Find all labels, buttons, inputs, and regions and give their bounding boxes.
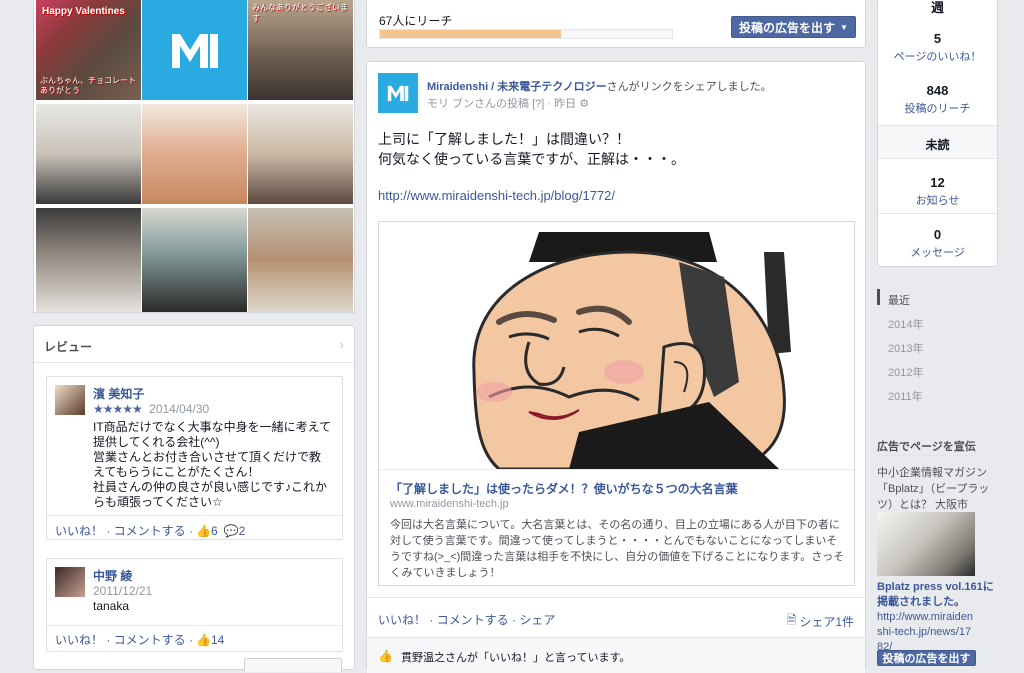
timeline-year-2013[interactable]: 2013年 — [888, 340, 923, 356]
likes-bar: 👍 貫野温之さんが「いいね！」と言っています。 — [367, 637, 865, 673]
photo-thumbnail[interactable] — [36, 104, 141, 204]
photo-thumbnail[interactable] — [248, 208, 353, 312]
review-text: IT商品だけでなく大事な中身を一緒に考えて提供してくれる会社(^^) 営業さんと… — [93, 420, 332, 509]
timeline-year-2011[interactable]: 2011年 — [888, 388, 923, 404]
page-likes-stat[interactable]: 5 ページのいいね！ — [878, 31, 997, 64]
post-time[interactable]: [?] · 昨日 — [529, 98, 579, 110]
notifications-stat[interactable]: 12 お知らせ — [878, 175, 997, 208]
link-preview-description: 今回は大名言葉について。大名言葉とは、その名の通り、目上の立場にある人が目下の者… — [390, 519, 845, 579]
thumbs-up-icon: 👍 — [196, 523, 211, 538]
thumbs-up-icon: 👍 — [196, 632, 211, 647]
photo-caption: みんなありがとうございます — [252, 3, 348, 23]
review-date: 2014/04/30 — [149, 402, 210, 416]
post-header: Miraidenshi / 未来電子テクノロジーさんがリンクをシェアしました。 — [427, 78, 772, 94]
photo-caption: ぶんちゃん、チョコレートありがとう — [40, 76, 136, 95]
timeline-year-2014[interactable]: 2014年 — [888, 316, 923, 332]
comment-count[interactable]: 2 — [239, 524, 246, 538]
post-card: Miraidenshi / 未来電子テクノロジーさんがリンクをシェアしました。 … — [366, 61, 866, 673]
gear-icon[interactable]: ⚙ — [579, 98, 589, 110]
link-preview-title[interactable]: 「了解しました」は使ったらダメ！？使いがちな５つの大名言葉 — [390, 480, 738, 497]
photo-thumbnail[interactable] — [142, 208, 247, 312]
post-body-line1: 上司に「了解しました！」は間違い？！ — [378, 131, 630, 147]
m1-logo-icon — [171, 34, 218, 68]
post-url-link[interactable]: http://www.miraidenshi-tech.jp/blog/1772… — [378, 188, 615, 203]
ad-header: 広告でページを宣伝 — [877, 441, 976, 453]
reviews-panel: レビュー › 濱 美知子 ★★★★★ 2014/04/30 IT商品だけでなく大… — [33, 325, 355, 672]
reach-card: 67人にリーチ 投稿の広告を出す ▼ — [366, 0, 866, 48]
post-action-text: さんがリンクをシェアしました。 — [606, 81, 772, 93]
review-like-comment[interactable]: いいね！ · コメントする · — [55, 631, 193, 648]
posted-by[interactable]: モリ ブンさんの投稿 — [427, 98, 529, 110]
reviewer-name[interactable]: 濱 美知子 — [93, 385, 144, 402]
logo-thumbnail[interactable] — [142, 0, 247, 100]
likes-text[interactable]: 貫野温之さんが「いいね！」と言っています。 — [401, 649, 630, 665]
photo-thumbnail[interactable]: Happy Valentines ぶんちゃん、チョコレートありがとう — [36, 0, 141, 100]
photo-thumbnail[interactable]: みんなありがとうございます — [248, 0, 353, 100]
stats-period: 週 — [930, 0, 944, 15]
photo-thumbnail[interactable] — [36, 208, 141, 312]
like-count[interactable]: 14 — [211, 633, 224, 647]
link-preview-domain: www.miraidenshi-tech.jp — [390, 498, 509, 510]
post-reach-stat[interactable]: 848 投稿のリーチ — [878, 83, 997, 116]
timeline-year-recent[interactable]: 最近 — [888, 292, 910, 308]
comment-icon: 💬 — [223, 523, 239, 538]
timeline-year-2012[interactable]: 2012年 — [888, 364, 923, 380]
review-actions: いいね！ · コメントする · 👍 14 — [55, 631, 224, 648]
boost-post-button[interactable]: 投稿の広告を出す ▼ — [731, 16, 856, 38]
post-meta: モリ ブンさんの投稿 [?] · 昨日 ⚙ — [427, 95, 589, 111]
photo-thumbnail[interactable] — [142, 104, 247, 204]
unread-header: 未読 — [878, 125, 997, 159]
review-card: 中野 綾 2011/12/21 tanaka いいね！ · コメントする · 👍… — [46, 558, 343, 652]
reach-progress-fill — [380, 30, 562, 38]
review-like-comment[interactable]: いいね！ · コメントする · — [55, 522, 193, 539]
like-count[interactable]: 6 — [211, 524, 218, 538]
ad-title[interactable]: Bplatz press vol.161に掲載されました。 — [877, 580, 999, 610]
avatar[interactable] — [55, 567, 85, 597]
review-card: 濱 美知子 ★★★★★ 2014/04/30 IT商品だけでなく大事な中身を一緒… — [46, 376, 343, 540]
photo-thumbnail[interactable] — [248, 104, 353, 204]
illustration-image — [379, 222, 854, 469]
reviews-header[interactable]: レビュー — [44, 338, 92, 355]
timeline-selected-marker — [877, 289, 880, 305]
review-actions: いいね！ · コメントする · 👍 6 💬 2 — [55, 522, 245, 539]
caret-down-icon: ▼ — [840, 22, 848, 32]
post-body-line2: 何気なく使っている言葉ですが、正解は・・・。 — [378, 151, 686, 167]
ad-image[interactable] — [877, 512, 975, 576]
post-actions[interactable]: いいね！ · コメントする · シェア — [378, 611, 555, 628]
reviewer-name[interactable]: 中野 綾 — [93, 567, 132, 584]
review-date: 2011/12/21 — [93, 584, 153, 598]
stats-panel: 週 5 ページのいいね！ 848 投稿のリーチ 未読 12 お知らせ 0 メッセ… — [877, 0, 998, 267]
ad-description[interactable]: 中小企業情報マガジン「Bplatz」（ビープラッツ）とは？ 大阪市 — [877, 465, 999, 513]
avatar[interactable] — [55, 385, 85, 415]
more-button[interactable] — [244, 658, 342, 672]
reach-text: 67人にリーチ — [379, 14, 453, 28]
review-stars: ★★★★★ 2014/04/30 — [93, 402, 210, 416]
chevron-right-icon[interactable]: › — [339, 336, 344, 352]
photo-grid: Happy Valentines ぶんちゃん、チョコレートありがとう みんなあり… — [33, 0, 355, 313]
review-text: tanaka — [93, 599, 130, 613]
page-name-link[interactable]: Miraidenshi / 未来電子テクノロジー — [427, 81, 607, 93]
ad-url[interactable]: http://www.miraidenshi-tech.jp/news/1782… — [877, 610, 977, 655]
link-preview[interactable]: 「了解しました」は使ったらダメ！？使いがちな５つの大名言葉 www.miraid… — [378, 221, 855, 586]
share-count[interactable]: 🗎 シェア1件 — [787, 611, 854, 632]
m1-logo-icon — [387, 85, 409, 101]
thumbs-up-icon: 👍 — [378, 649, 393, 663]
share-icon: 🗎 — [786, 613, 797, 627]
valentine-label: Happy Valentines — [42, 6, 125, 17]
messages-stat[interactable]: 0 メッセージ — [878, 227, 997, 260]
reach-progress-track — [379, 29, 673, 39]
page-avatar[interactable] — [378, 73, 418, 113]
